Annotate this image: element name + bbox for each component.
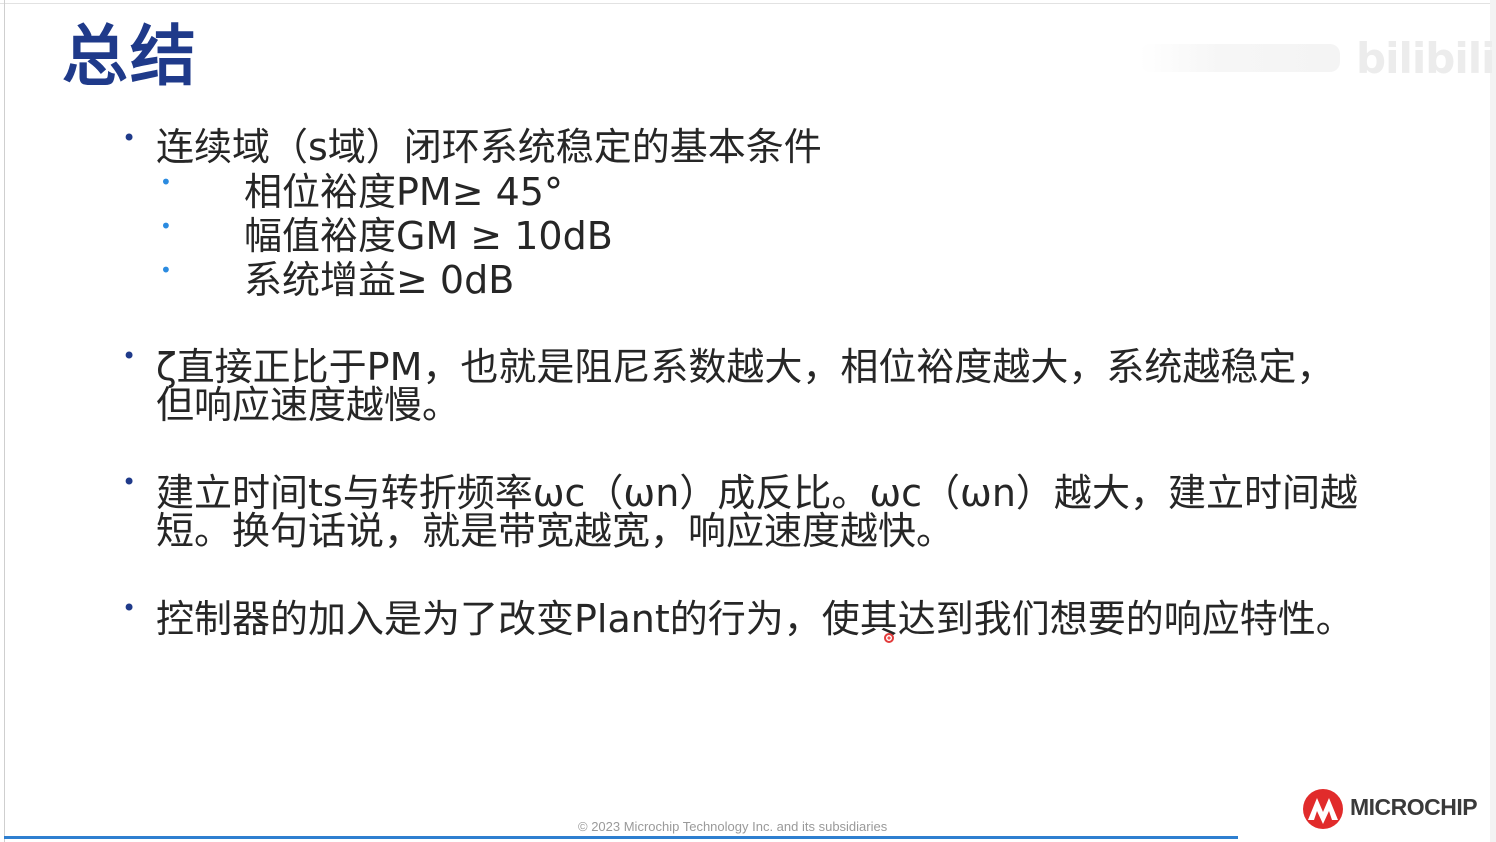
copyright-text: © 2023 Microchip Technology Inc. and its…	[578, 819, 888, 834]
microchip-logo-text: MICROCHIP	[1350, 794, 1478, 820]
pointer-indicator	[884, 633, 894, 643]
microchip-logo-icon	[1303, 789, 1343, 829]
frame-left-border	[4, 0, 5, 842]
sub-bullet-3-text: 系统增益≥ 0dB	[244, 258, 515, 302]
frame-top-border	[0, 3, 1496, 4]
watermark-fade	[1140, 44, 1340, 72]
bullet-4-line-1: 控制器的加入是为了改变Plant的行为，使其达到我们想要的响应特性。	[156, 597, 1354, 641]
bilibili-watermark: bilibili	[1356, 34, 1496, 83]
sub-bullet-dot: •	[160, 170, 172, 194]
bullet-dot: •	[122, 342, 137, 370]
bullet-dot: •	[122, 124, 137, 152]
slide: 总结 bilibili • 连续域（s域）闭环系统稳定的基本条件 • 相位裕度P…	[0, 0, 1496, 842]
microchip-logo: MICROCHIP	[1302, 786, 1482, 832]
frame-right-border	[1490, 0, 1496, 842]
slide-title: 总结	[62, 18, 198, 95]
sub-bullet-dot: •	[160, 214, 172, 238]
video-progress-bar[interactable]	[4, 836, 1238, 839]
bullet-dot: •	[122, 468, 137, 496]
bullet-dot: •	[122, 594, 137, 622]
bullet-3-line-2: 短。换句话说，就是带宽越宽，响应速度越快。	[156, 509, 955, 553]
bullet-2-line-2: 但响应速度越慢。	[156, 383, 461, 427]
sub-bullet-dot: •	[160, 258, 172, 282]
